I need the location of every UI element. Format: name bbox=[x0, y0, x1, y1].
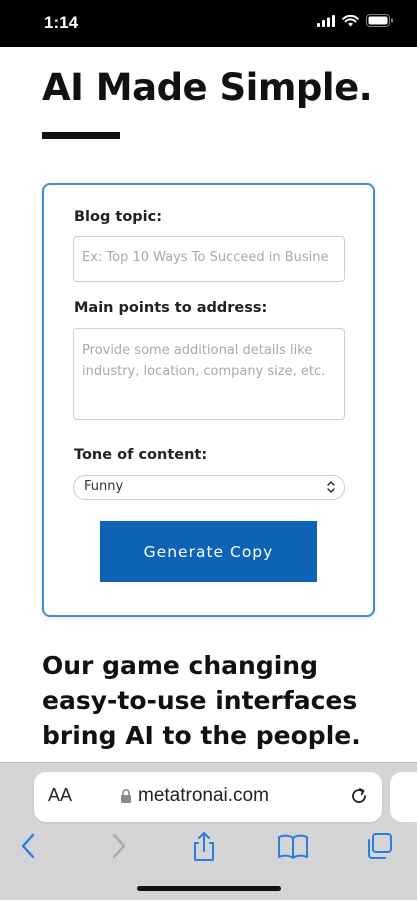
cellular-signal-icon bbox=[317, 14, 335, 27]
status-bar: 1:14 bbox=[0, 0, 417, 47]
forward-icon[interactable] bbox=[107, 831, 129, 861]
blog-form-card: Blog topic: Ex: Top 10 Ways To Succeed i… bbox=[42, 183, 375, 617]
tone-select[interactable]: Funny bbox=[73, 475, 345, 500]
battery-icon bbox=[366, 14, 393, 27]
generate-copy-button[interactable]: Generate Copy bbox=[100, 521, 317, 582]
tone-selected-value: Funny bbox=[84, 479, 124, 494]
title-underline bbox=[42, 132, 120, 139]
browser-nav-row bbox=[0, 829, 417, 869]
main-points-placeholder: Provide some additional details like ind… bbox=[82, 343, 326, 379]
url-group[interactable]: metatronai.com bbox=[120, 785, 269, 807]
reload-icon[interactable] bbox=[348, 785, 370, 807]
select-updown-icon bbox=[327, 481, 335, 493]
url-text: metatronai.com bbox=[138, 785, 269, 806]
address-bar[interactable]: AA metatronai.com bbox=[34, 772, 382, 822]
browser-toolbar: AA metatronai.com bbox=[0, 762, 417, 900]
status-time: 1:14 bbox=[44, 13, 79, 32]
bookmarks-icon[interactable] bbox=[277, 831, 309, 861]
page-title: AI Made Simple. bbox=[42, 66, 373, 109]
generate-copy-label: Generate Copy bbox=[143, 542, 274, 561]
blog-topic-label: Blog topic: bbox=[74, 209, 163, 225]
wifi-icon bbox=[342, 14, 359, 26]
tagline: Our game changing easy-to-use interfaces… bbox=[42, 651, 361, 750]
lock-icon bbox=[121, 789, 131, 803]
home-indicator[interactable] bbox=[137, 886, 281, 891]
text-size-label: AA bbox=[48, 785, 73, 805]
blog-topic-placeholder: Ex: Top 10 Ways To Succeed in Busine bbox=[82, 250, 329, 265]
next-tab-preview[interactable] bbox=[390, 772, 417, 822]
tone-label: Tone of content: bbox=[74, 447, 208, 463]
back-icon[interactable] bbox=[18, 831, 40, 861]
blog-topic-input[interactable]: Ex: Top 10 Ways To Succeed in Busine bbox=[73, 236, 345, 282]
main-points-textarea[interactable]: Provide some additional details like ind… bbox=[73, 328, 345, 420]
text-size-button[interactable]: AA bbox=[48, 785, 72, 806]
share-icon[interactable] bbox=[190, 831, 218, 863]
main-points-label: Main points to address: bbox=[74, 300, 268, 316]
tabs-icon[interactable] bbox=[365, 831, 395, 861]
status-icons bbox=[317, 14, 393, 27]
